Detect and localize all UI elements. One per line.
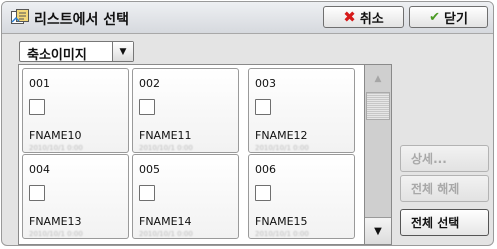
file-name: FNAME15 (255, 215, 308, 228)
check-icon: ✔ (429, 9, 440, 25)
cancel-button[interactable]: ✖ 취소 (323, 6, 404, 28)
file-date: 2010/10/1 0:00 (139, 230, 193, 238)
file-date: 2010/10/1 0:00 (255, 144, 309, 152)
clear-all-label: 전체 해제 (411, 182, 460, 196)
file-name: FNAME11 (139, 129, 192, 142)
file-card[interactable]: 005 FNAME14 2010/10/1 0:00 (132, 154, 239, 239)
vertical-scrollbar[interactable]: ▲ ▼ (364, 64, 392, 245)
file-date: 2010/10/1 0:00 (255, 230, 309, 238)
file-card[interactable]: 001 FNAME10 2010/10/1 0:00 (22, 68, 129, 153)
file-checkbox[interactable] (255, 99, 271, 115)
file-checkbox[interactable] (29, 185, 45, 201)
file-checkbox[interactable] (29, 99, 45, 115)
file-name: FNAME10 (29, 129, 82, 142)
close-label: 닫기 (443, 11, 468, 27)
file-card[interactable]: 004 FNAME13 2010/10/1 0:00 (22, 154, 129, 239)
file-number: 003 (255, 77, 276, 90)
file-number: 001 (29, 77, 50, 90)
chevron-down-icon[interactable]: ▼ (112, 42, 133, 61)
file-card[interactable]: 006 FNAME15 2010/10/1 0:00 (248, 154, 355, 239)
x-icon: ✖ (343, 7, 356, 26)
file-name: FNAME12 (255, 129, 308, 142)
arrow-up-icon[interactable]: ▲ (365, 65, 391, 92)
title-bar: 리스트에서 선택 ✖ 취소 ✔ 닫기 (2, 2, 493, 34)
dialog-title: 리스트에서 선택 (34, 12, 130, 28)
file-number: 004 (29, 163, 50, 176)
close-button[interactable]: ✔ 닫기 (409, 6, 488, 28)
select-all-label: 전체 선택 (411, 216, 460, 230)
view-mode-select[interactable]: 축소이미지 ▼ (19, 41, 134, 63)
file-name: FNAME14 (139, 215, 192, 228)
file-number: 006 (255, 163, 276, 176)
details-label: 상세... (411, 152, 447, 166)
view-mode-value: 축소이미지 (27, 48, 87, 63)
select-all-button[interactable]: 전체 선택 (400, 209, 489, 236)
file-thumbnail-grid: 001 FNAME10 2010/10/1 0:00 002 FNAME11 2… (18, 64, 392, 245)
list-select-icon (11, 9, 29, 25)
file-name: FNAME13 (29, 215, 82, 228)
file-checkbox[interactable] (139, 185, 155, 201)
file-card[interactable]: 002 FNAME11 2010/10/1 0:00 (132, 68, 239, 153)
file-card[interactable]: 003 FNAME12 2010/10/1 0:00 (248, 68, 355, 153)
file-number: 002 (139, 77, 160, 90)
select-from-list-dialog: 리스트에서 선택 ✖ 취소 ✔ 닫기 축소이미지 ▼ 001 FNAME10 2… (1, 1, 494, 246)
file-checkbox[interactable] (139, 99, 155, 115)
file-date: 2010/10/1 0:00 (29, 230, 83, 238)
file-date: 2010/10/1 0:00 (29, 144, 83, 152)
cancel-label: 취소 (359, 11, 384, 27)
scroll-thumb[interactable] (366, 92, 390, 120)
file-number: 005 (139, 163, 160, 176)
clear-all-button[interactable]: 전체 해제 (400, 175, 489, 202)
arrow-down-icon[interactable]: ▼ (365, 217, 391, 244)
details-button[interactable]: 상세... (400, 145, 489, 172)
file-date: 2010/10/1 0:00 (139, 144, 193, 152)
file-checkbox[interactable] (255, 185, 271, 201)
